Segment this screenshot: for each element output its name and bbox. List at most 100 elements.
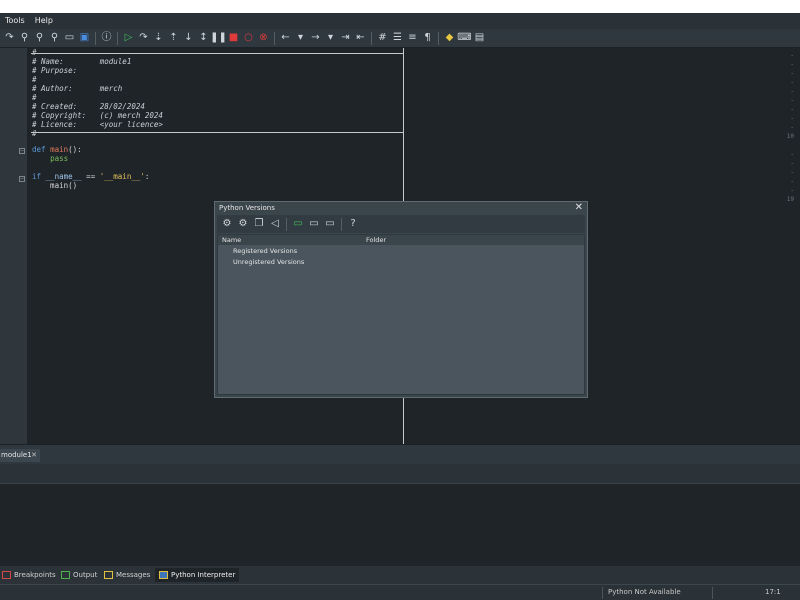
forward-dropdown-icon[interactable]: ▾ xyxy=(325,32,337,44)
fold-toggle-icon[interactable]: − xyxy=(19,148,25,154)
forward-icon[interactable]: → xyxy=(310,32,322,44)
tab-label: Output xyxy=(73,571,98,579)
toolbar-separator xyxy=(95,31,96,45)
clear-breakpoints-icon[interactable]: ⊗ xyxy=(258,32,270,44)
keyboard-icon[interactable]: ⌨ xyxy=(457,32,471,44)
tab-module1[interactable]: module1 ✕ xyxy=(0,449,40,462)
tab-python-interpreter[interactable]: Python Interpreter xyxy=(155,568,240,582)
layout-icon[interactable]: ▤ xyxy=(474,32,486,44)
python-status: Python Not Available xyxy=(608,588,681,596)
tab-label: module1 xyxy=(1,451,32,459)
line-number: - xyxy=(790,187,794,194)
line-number: 19 xyxy=(786,196,794,203)
line-number: - xyxy=(790,115,794,122)
output-icon xyxy=(61,571,70,579)
python-versions-dialog: Python Versions ✕ ⚙ ⚙ ❐ ◁ ▭ ▭ ▭ ? Name F… xyxy=(214,201,588,398)
code-line: # Copyright: (c) merch 2024 xyxy=(32,111,163,120)
run-icon[interactable]: ▷ xyxy=(123,32,135,44)
redo-icon[interactable]: ↷ xyxy=(4,32,16,44)
step-over-icon[interactable]: ↷ xyxy=(138,32,150,44)
tab-output[interactable]: Output xyxy=(61,568,97,582)
info-icon[interactable]: ⓘ xyxy=(101,32,113,44)
dialog-title: Python Versions xyxy=(219,204,275,212)
toolbar-separator xyxy=(274,31,275,45)
wrap-icon[interactable]: ≡ xyxy=(407,32,419,44)
line-number: - xyxy=(790,124,794,131)
code-line: # Purpose: xyxy=(32,66,78,75)
pilcrow-icon[interactable]: ¶ xyxy=(422,32,434,44)
line-number: - xyxy=(790,151,794,158)
line-number: - xyxy=(790,160,794,167)
tab-close-icon[interactable]: ✕ xyxy=(31,449,37,462)
stop-icon[interactable]: ■ xyxy=(228,32,240,44)
menu-tools[interactable]: Tools xyxy=(0,13,30,29)
toolbar-separator xyxy=(341,217,342,231)
breakpoint-icon[interactable]: ○ xyxy=(243,32,255,44)
toolbar-separator xyxy=(371,31,372,45)
close-icon[interactable]: ✕ xyxy=(575,202,583,213)
replace-icon[interactable]: ⚲ xyxy=(49,32,61,44)
outdent-icon[interactable]: ⇤ xyxy=(355,32,367,44)
run-to-cursor-icon[interactable]: ↕ xyxy=(198,32,210,44)
line-number: - xyxy=(790,70,794,77)
menu-help[interactable]: Help xyxy=(30,13,58,29)
find-icon[interactable]: ⚲ xyxy=(19,32,31,44)
toolbar-separator xyxy=(117,31,118,45)
line-number: - xyxy=(790,88,794,95)
step-into-icon[interactable]: ⇣ xyxy=(153,32,165,44)
list-item-registered[interactable]: Registered Versions xyxy=(233,247,297,255)
comment-icon[interactable]: # xyxy=(377,32,389,44)
column-name-header[interactable]: Name xyxy=(222,236,241,244)
versions-list[interactable]: Name Folder Registered Versions Unregist… xyxy=(217,234,585,395)
tab-breakpoints[interactable]: Breakpoints xyxy=(2,568,56,582)
folder-icon[interactable]: ▭ xyxy=(308,218,320,230)
document-tab-bar: module1 ✕ xyxy=(0,444,800,464)
line-number: - xyxy=(790,106,794,113)
panel-splitter[interactable] xyxy=(0,464,800,484)
code-line: # Created: 28/02/2024 xyxy=(32,102,145,111)
menu-bar: Tools Help xyxy=(0,13,800,29)
column-folder-header[interactable]: Folder xyxy=(366,236,386,244)
line-number-gutter xyxy=(0,48,27,444)
code-line: main() xyxy=(32,181,78,190)
breakpoints-icon xyxy=(2,571,11,579)
gear-icon[interactable]: ⚙ xyxy=(221,218,233,230)
list-icon[interactable]: ☰ xyxy=(392,32,404,44)
line-number: - xyxy=(790,79,794,86)
back-dropdown-icon[interactable]: ▾ xyxy=(295,32,307,44)
console-icon[interactable]: ▭ xyxy=(292,218,304,230)
code-line: if __name__ == '__main__': xyxy=(32,172,150,181)
code-line: # xyxy=(32,48,37,57)
code-line: # xyxy=(32,75,37,84)
messages-icon xyxy=(104,571,113,579)
copy-icon[interactable]: ❐ xyxy=(253,218,265,230)
list-item-unregistered[interactable]: Unregistered Versions xyxy=(233,258,304,266)
dialog-toolbar: ⚙ ⚙ ❐ ◁ ▭ ▭ ▭ ? xyxy=(217,215,585,233)
help-icon[interactable]: ? xyxy=(347,218,359,230)
line-number: - xyxy=(790,52,794,59)
toolbar-separator xyxy=(438,31,439,45)
open-folder-icon[interactable]: ▭ xyxy=(64,32,76,44)
code-line: # xyxy=(32,93,37,102)
find-next-icon[interactable]: ⚲ xyxy=(34,32,46,44)
pause-icon[interactable]: ❚❚ xyxy=(210,32,227,44)
fold-toggle-icon[interactable]: − xyxy=(19,176,25,182)
step-icon[interactable]: ↓ xyxy=(183,32,195,44)
status-bar: Python Not Available 17:1 xyxy=(0,584,800,600)
back-icon[interactable]: ← xyxy=(280,32,292,44)
window-top-strip xyxy=(0,0,800,13)
python-icon[interactable]: ◆ xyxy=(444,32,456,44)
indent-icon[interactable]: ⇥ xyxy=(340,32,352,44)
window-icon[interactable]: ▭ xyxy=(324,218,336,230)
code-line: # Licence: <your licence> xyxy=(32,120,163,129)
gear-add-icon[interactable]: ⚙ xyxy=(237,218,249,230)
tab-label: Python Interpreter xyxy=(171,571,236,579)
step-out-icon[interactable]: ⇡ xyxy=(168,32,180,44)
python-interpreter-console[interactable] xyxy=(0,484,800,566)
tab-messages[interactable]: Messages xyxy=(104,568,150,582)
module-icon[interactable]: ▣ xyxy=(79,32,91,44)
python-icon xyxy=(159,571,168,579)
code-line: pass xyxy=(50,154,69,163)
code-line: def main(): xyxy=(32,145,82,154)
speaker-icon[interactable]: ◁ xyxy=(269,218,281,230)
